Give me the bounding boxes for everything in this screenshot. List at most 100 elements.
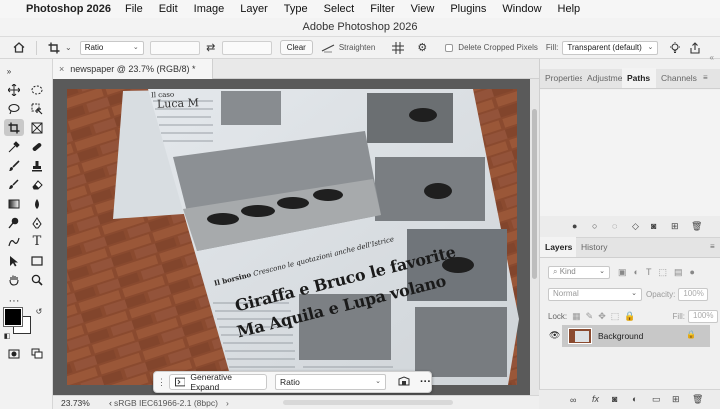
- fill-path-icon[interactable]: ●: [572, 221, 577, 231]
- brush-tool-icon[interactable]: [4, 157, 24, 174]
- lock-pixels-icon[interactable]: ▦: [572, 311, 581, 322]
- lock-all-icon[interactable]: 🔒: [624, 311, 635, 322]
- lasso-tool-icon[interactable]: [4, 100, 24, 117]
- eyedropper-icon[interactable]: [4, 138, 24, 155]
- screen-mode-icon[interactable]: [27, 345, 47, 362]
- ratio-select[interactable]: Ratio ⌄: [79, 40, 144, 55]
- chevron-down-icon[interactable]: ⌄: [65, 43, 72, 52]
- quick-mask-icon[interactable]: [4, 345, 24, 362]
- menu-plugins[interactable]: Plugins: [450, 3, 486, 15]
- menu-filter[interactable]: Filter: [370, 3, 394, 15]
- foreground-color-swatch[interactable]: [3, 307, 23, 327]
- width-field[interactable]: [149, 40, 200, 55]
- panel-menu-icon[interactable]: ≡: [705, 237, 720, 257]
- add-mask-icon[interactable]: ◙: [651, 221, 656, 231]
- zoom-tool-icon[interactable]: [27, 271, 47, 288]
- menu-layer[interactable]: Layer: [240, 3, 268, 15]
- height-field[interactable]: [221, 40, 272, 55]
- opacity-field[interactable]: 100%: [678, 287, 709, 301]
- more-options-icon[interactable]: ···: [420, 376, 431, 388]
- panel-collapse-icon[interactable]: «: [544, 53, 714, 63]
- task-ratio-select[interactable]: Ratio ⌄: [274, 374, 386, 390]
- close-icon[interactable]: ×: [59, 64, 64, 74]
- path-selection-icon[interactable]: ◌: [612, 221, 617, 231]
- menu-view[interactable]: View: [411, 3, 435, 15]
- menu-edit[interactable]: Edit: [159, 3, 178, 15]
- app-menu[interactable]: Photoshop 2026: [26, 3, 111, 15]
- crop-tool-icon[interactable]: [4, 119, 24, 136]
- tab-paths[interactable]: Paths: [622, 68, 656, 88]
- type-filter-icon[interactable]: T: [646, 267, 652, 277]
- tab-history[interactable]: History: [576, 237, 612, 257]
- fx-icon[interactable]: fx: [592, 394, 599, 404]
- grid-overlay-icon[interactable]: [389, 40, 407, 56]
- menu-select[interactable]: Select: [324, 3, 355, 15]
- eraser-tool-icon[interactable]: [27, 176, 47, 193]
- fill-field[interactable]: 100%: [688, 309, 718, 323]
- trash-icon[interactable]: 🗑: [691, 221, 702, 232]
- drag-handle-icon[interactable]: ⋮: [157, 377, 167, 388]
- lock-artboard-icon[interactable]: ⬚: [611, 311, 620, 322]
- crop-tool-icon[interactable]: [45, 40, 63, 56]
- trash-icon[interactable]: 🗑: [692, 394, 703, 405]
- pixel-filter-icon[interactable]: ▣: [618, 267, 627, 278]
- lock-paint-icon[interactable]: ✎: [586, 311, 594, 322]
- panel-collapse-icon[interactable]: »: [4, 63, 14, 80]
- gradient-tool-icon[interactable]: [4, 195, 24, 212]
- gear-icon[interactable]: ⚙: [413, 40, 431, 56]
- eye-icon[interactable]: 👁: [549, 330, 560, 341]
- default-colors-icon[interactable]: ◧: [2, 331, 12, 341]
- new-layer-icon[interactable]: ⊞: [672, 394, 680, 405]
- layer-row-background[interactable]: 👁 Background 🔒: [549, 325, 710, 347]
- path-selection-icon[interactable]: [4, 252, 24, 269]
- straighten-label[interactable]: Straighten: [339, 43, 375, 52]
- menu-help[interactable]: Help: [558, 3, 581, 15]
- panel-menu-icon[interactable]: ≡: [698, 68, 718, 88]
- scrollbar-thumb[interactable]: [532, 109, 537, 279]
- shape-filter-icon[interactable]: ⬚: [658, 267, 667, 278]
- blend-mode-select[interactable]: Normal ⌄: [548, 287, 642, 301]
- more-tools-icon[interactable]: ···: [4, 292, 24, 309]
- straighten-icon[interactable]: [319, 40, 337, 56]
- hand-tool-icon[interactable]: [4, 271, 24, 288]
- link-layers-icon[interactable]: ∞: [570, 395, 576, 405]
- rectangle-tool-icon[interactable]: [27, 252, 47, 269]
- vertical-scrollbar[interactable]: [530, 79, 539, 395]
- marquee-tool-icon[interactable]: [27, 81, 47, 98]
- menu-file[interactable]: File: [125, 3, 143, 15]
- swap-colors-icon[interactable]: ↺: [34, 306, 44, 316]
- stamp-tool-icon[interactable]: [27, 157, 47, 174]
- type-tool-icon[interactable]: T: [27, 233, 47, 250]
- adjustment-layer-icon[interactable]: ◐: [632, 394, 637, 404]
- blur-tool-icon[interactable]: [27, 195, 47, 212]
- delete-cropped-checkbox[interactable]: [445, 43, 454, 52]
- lock-position-icon[interactable]: ✥: [598, 311, 606, 322]
- document-tab[interactable]: × newspaper @ 23.7% (RGB/8) *: [53, 59, 213, 79]
- clear-button[interactable]: Clear: [279, 40, 313, 55]
- pen-curvature-icon[interactable]: [4, 233, 24, 250]
- crop-settings-icon[interactable]: [398, 376, 410, 388]
- history-brush-icon[interactable]: [4, 176, 24, 193]
- dodge-tool-icon[interactable]: [4, 214, 24, 231]
- tab-layers[interactable]: Layers: [540, 237, 576, 257]
- stroke-path-icon[interactable]: ○: [592, 221, 597, 231]
- pen-tool-icon[interactable]: [27, 214, 47, 231]
- object-selection-icon[interactable]: [27, 100, 47, 117]
- chevron-right-icon[interactable]: ›: [226, 398, 229, 408]
- frame-tool-icon[interactable]: [27, 119, 47, 136]
- menu-type[interactable]: Type: [284, 3, 308, 15]
- smart-object-filter-icon[interactable]: ▤: [674, 267, 683, 278]
- kind-filter-select[interactable]: ⌕ Kind ⌄: [548, 265, 610, 279]
- menu-window[interactable]: Window: [502, 3, 541, 15]
- tab-properties[interactable]: Properties: [540, 68, 582, 88]
- home-icon[interactable]: [10, 40, 28, 56]
- tab-channels[interactable]: Channels: [656, 68, 698, 88]
- move-tool-icon[interactable]: [4, 81, 24, 98]
- adjustment-filter-icon[interactable]: ◐: [634, 267, 639, 277]
- zoom-level[interactable]: 23.73%: [61, 398, 105, 408]
- horizontal-scrollbar[interactable]: [283, 400, 453, 405]
- new-path-icon[interactable]: ⊞: [671, 221, 679, 232]
- spot-healing-icon[interactable]: [27, 138, 47, 155]
- add-mask-icon[interactable]: ◙: [612, 394, 617, 404]
- new-group-icon[interactable]: ▭: [652, 394, 661, 405]
